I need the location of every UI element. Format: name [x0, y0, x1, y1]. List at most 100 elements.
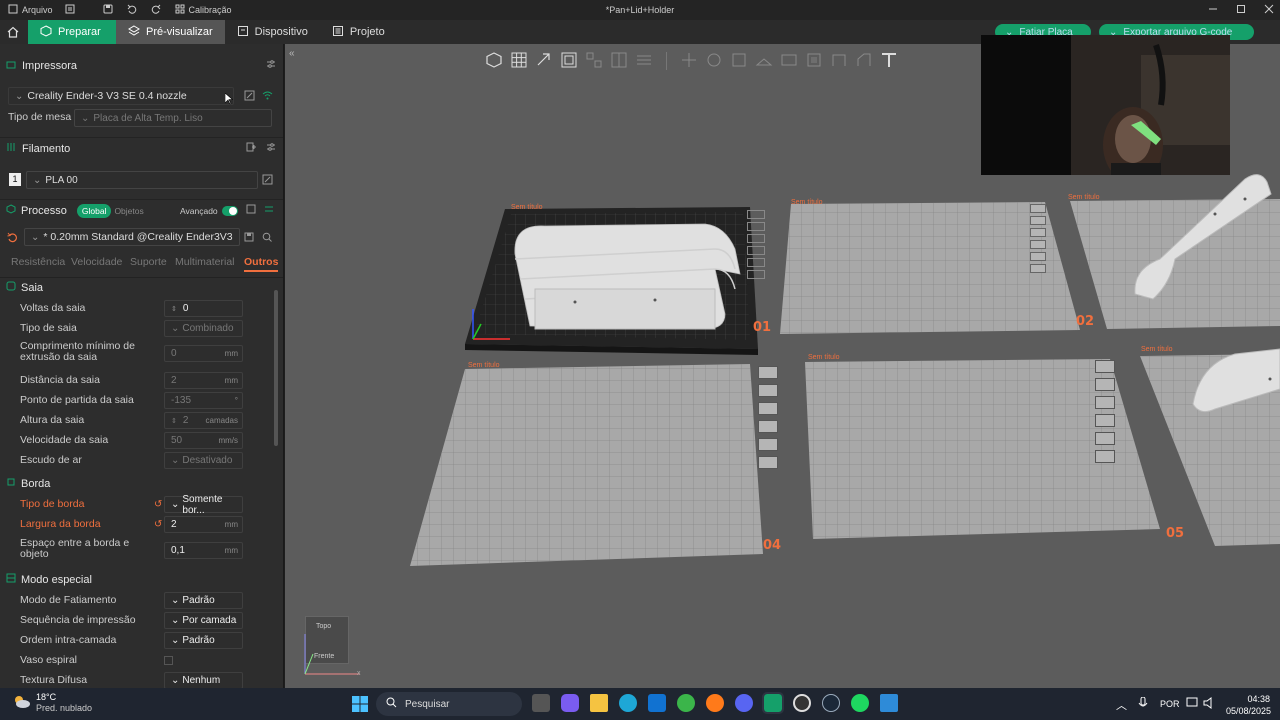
outlook-icon[interactable]: [648, 694, 666, 712]
minimize-icon[interactable]: [1208, 4, 1218, 16]
plate-03[interactable]: [1070, 199, 1280, 329]
redo-icon[interactable]: [151, 4, 161, 16]
plate-settings-icon[interactable]: [1030, 252, 1046, 261]
plate-arrange-icon[interactable]: [1030, 228, 1046, 237]
stepper-icon[interactable]: ⇕: [171, 417, 177, 425]
obs-icon[interactable]: [793, 694, 811, 712]
copilot-icon[interactable]: [561, 694, 579, 712]
plate-move-icon[interactable]: [758, 456, 778, 469]
plate-orient-icon[interactable]: [747, 222, 765, 231]
chevron-up-icon[interactable]: ︿: [1116, 697, 1127, 713]
draft-shield-select[interactable]: ⌄ Desativado: [164, 452, 243, 469]
tab-project[interactable]: Projeto: [320, 20, 397, 44]
brim-width-input[interactable]: 2 mm: [164, 516, 243, 533]
maximize-icon[interactable]: [1236, 4, 1246, 16]
plate-lock-icon[interactable]: [747, 246, 765, 255]
tab-speed[interactable]: Velocidade: [71, 256, 122, 268]
taskbar-search[interactable]: Pesquisar: [376, 692, 522, 716]
plate-06-title[interactable]: Sem título: [1141, 346, 1173, 353]
calibration-menu[interactable]: Calibração: [175, 4, 232, 16]
plate-orient-icon[interactable]: [758, 384, 778, 397]
clock[interactable]: 04:38 05/08/2025: [1226, 693, 1271, 717]
skirt-start-input[interactable]: -135 °: [164, 392, 243, 409]
firefox-icon[interactable]: [706, 694, 724, 712]
filament-settings-icon[interactable]: [266, 142, 276, 155]
skirt-type-select[interactable]: ⌄ Combinado: [164, 320, 243, 337]
printer-settings-icon[interactable]: [266, 59, 276, 72]
process-profile-select[interactable]: ⌄ * 0.20mm Standard @Creality Ender3V3S.…: [24, 228, 240, 246]
print-sequence-select[interactable]: ⌄ Por camada: [164, 612, 243, 629]
add-filament-icon[interactable]: [246, 142, 256, 155]
windows-start-icon[interactable]: [352, 696, 368, 715]
tab-prepare[interactable]: Preparar: [28, 20, 116, 44]
plate-orient-icon[interactable]: [1095, 378, 1115, 391]
fuzzy-skin-select[interactable]: ⌄ Nenhum: [164, 672, 243, 688]
spotify-icon[interactable]: [851, 694, 869, 712]
notepad-icon[interactable]: [880, 694, 898, 712]
home-icon[interactable]: [0, 26, 26, 38]
bed-type-select[interactable]: ⌄ Placa de Alta Temp. Liso: [74, 109, 272, 127]
plate-05-title[interactable]: Sem título: [808, 354, 840, 361]
plate-arrange-icon[interactable]: [758, 402, 778, 415]
objects-toggle[interactable]: Objetos: [114, 206, 143, 216]
undo-icon[interactable]: [127, 4, 137, 16]
slicing-mode-select[interactable]: ⌄ Padrão: [164, 592, 243, 609]
spiral-vase-checkbox[interactable]: [164, 656, 173, 665]
plate-settings-icon[interactable]: [747, 258, 765, 267]
edit-filament-icon[interactable]: [262, 174, 273, 188]
tab-others[interactable]: Outros: [244, 256, 278, 268]
filament-select[interactable]: ⌄ PLA 00: [26, 171, 258, 189]
close-icon[interactable]: [1264, 4, 1274, 16]
printer-select[interactable]: ⌄ Creality Ender-3 V3 SE 0.4 nozzle: [8, 87, 234, 105]
reset-icon[interactable]: [7, 232, 18, 246]
stepper-icon[interactable]: ⇕: [171, 305, 177, 313]
skirt-distance-input[interactable]: 2 mm: [164, 372, 243, 389]
save-icon[interactable]: [103, 4, 113, 16]
plate-lock-icon[interactable]: [1030, 240, 1046, 249]
plate-close-icon[interactable]: [747, 210, 765, 219]
tab-strength[interactable]: Resistência: [11, 256, 65, 268]
plate-arrange-icon[interactable]: [747, 234, 765, 243]
skirt-loops-input[interactable]: ⇕ 0: [164, 300, 243, 317]
process-compare-icon[interactable]: [264, 204, 274, 217]
language-indicator[interactable]: POR: [1160, 699, 1180, 709]
plate-move-icon[interactable]: [1030, 264, 1046, 273]
file-explorer-icon[interactable]: [590, 694, 608, 712]
tab-device[interactable]: Dispositivo: [225, 20, 320, 44]
brim-gap-input[interactable]: 0,1 mm: [164, 542, 243, 559]
pan-lid-models[interactable]: [514, 223, 741, 330]
edit-icon[interactable]: [244, 90, 255, 104]
plate-settings-icon[interactable]: [758, 438, 778, 451]
steam-icon[interactable]: [822, 694, 840, 712]
plate-close-icon[interactable]: [1030, 204, 1046, 213]
skirt-min-length-input[interactable]: 0 mm: [164, 345, 243, 362]
tab-multimaterial[interactable]: Multimaterial: [175, 256, 235, 268]
process-profile-save-icon[interactable]: [244, 232, 254, 245]
skirt-height-input[interactable]: ⇕ 2 camadas: [164, 412, 243, 429]
search-icon[interactable]: [262, 232, 272, 245]
plate-move-icon[interactable]: [747, 270, 765, 279]
slicer-app-icon[interactable]: [762, 692, 784, 714]
global-toggle[interactable]: Global: [76, 203, 112, 218]
brim-type-select[interactable]: ⌄ Somente bor...: [164, 494, 243, 516]
plate-01-title[interactable]: Sem título: [511, 204, 543, 211]
plate-lock-icon[interactable]: [758, 420, 778, 433]
weather-widget[interactable]: 18°C Pred. nublado: [12, 692, 92, 714]
microphone-icon[interactable]: [1138, 696, 1148, 713]
plate-move-icon[interactable]: [1095, 450, 1115, 463]
network-icon[interactable]: [1186, 697, 1198, 712]
plate-lock-icon[interactable]: [1095, 414, 1115, 427]
reset-icon[interactable]: ↺: [154, 499, 162, 510]
plate-02-title[interactable]: Sem título: [791, 199, 823, 206]
plate-close-icon[interactable]: [758, 366, 778, 379]
plate-arrange-icon[interactable]: [1095, 396, 1115, 409]
plate-03-title[interactable]: Sem título: [1068, 194, 1100, 201]
menu-icon[interactable]: [65, 4, 75, 16]
skirt-speed-input[interactable]: 50 mm/s: [164, 432, 243, 449]
volume-icon[interactable]: [1203, 697, 1215, 712]
discord-icon[interactable]: [735, 694, 753, 712]
plate-04-title[interactable]: Sem título: [468, 362, 500, 369]
plate-close-icon[interactable]: [1095, 360, 1115, 373]
advanced-switch[interactable]: [222, 205, 238, 216]
wifi-icon[interactable]: [262, 90, 273, 104]
